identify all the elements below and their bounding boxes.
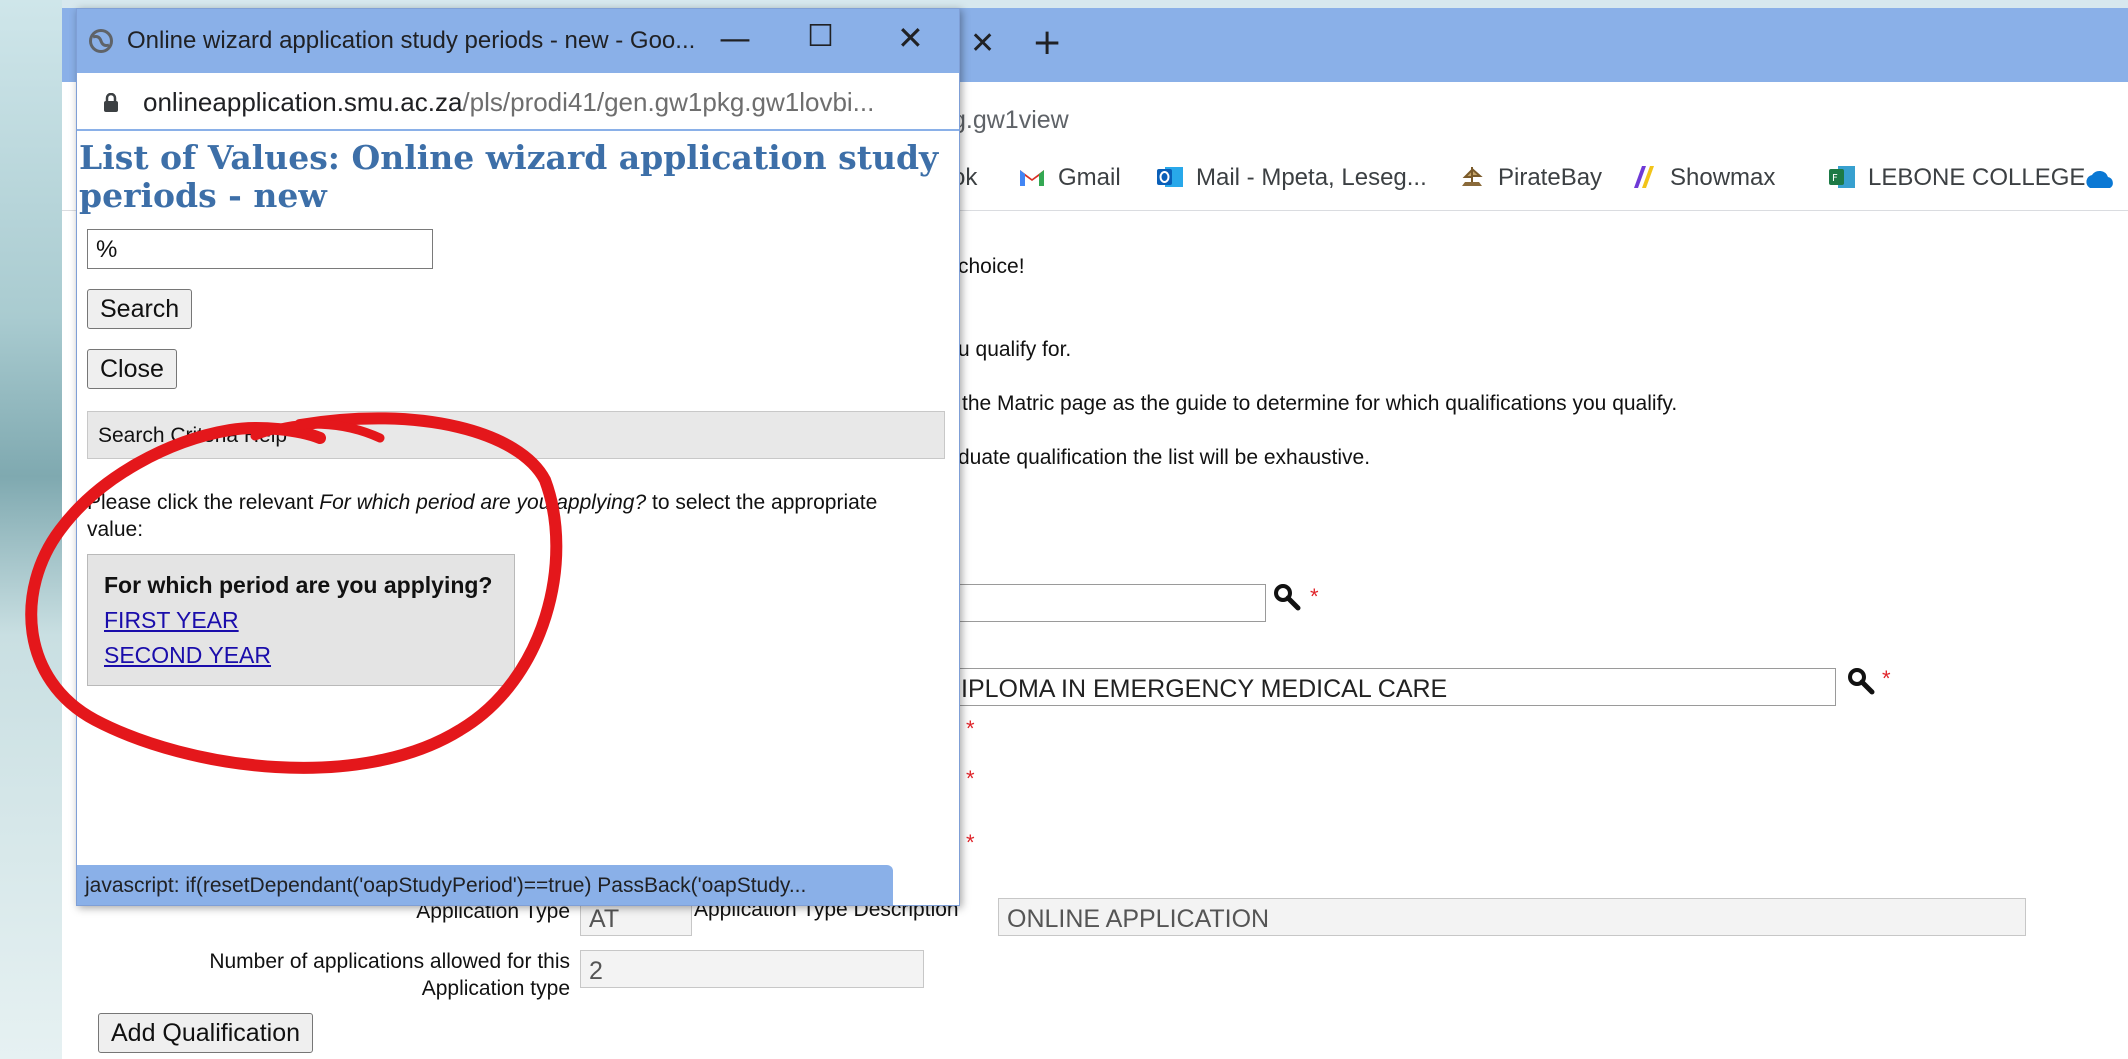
outlook-mail-icon xyxy=(1157,167,1183,187)
maximize-icon[interactable]: ☐ xyxy=(807,19,834,54)
tab-close-icon[interactable]: ✕ xyxy=(970,26,995,61)
application-type-value: AT xyxy=(589,905,620,933)
search-criteria-help-label: Search Criteria Help xyxy=(98,424,288,447)
bookmark-piratebay[interactable]: PirateBay xyxy=(1458,164,1602,192)
globe-icon xyxy=(89,29,113,53)
instruction-italic: For which period are you applying? xyxy=(319,491,647,514)
intro-text-line: duate qualification the list will be exh… xyxy=(958,446,1371,469)
bookmark-lebone-college[interactable]: F LEBONE COLLEGE... xyxy=(1828,164,2105,192)
required-marker: * xyxy=(1882,666,1891,691)
bookmark-label: LEBONE COLLEGE... xyxy=(1868,164,2106,191)
close-icon[interactable]: ✕ xyxy=(897,19,924,57)
search-input-value: % xyxy=(96,236,118,263)
lov-popup-window: Online wizard application study periods … xyxy=(76,8,960,906)
instruction-text: Please click the relevant For which peri… xyxy=(87,489,907,543)
new-tab-icon[interactable]: + xyxy=(1032,22,1062,63)
lebone-college-icon: F xyxy=(1829,166,1855,188)
popup-url: onlineapplication.smu.ac.za/pls/prodi41/… xyxy=(143,87,874,118)
application-type-description-field[interactable]: ONLINE APPLICATION xyxy=(998,898,2026,936)
popup-url-path: /pls/prodi41/gen.gw1pkg.gw1lovbi... xyxy=(462,87,875,117)
status-bar: javascript: if(resetDependant('oapStudyP… xyxy=(77,865,893,905)
option-first-year-link[interactable]: FIRST YEAR xyxy=(104,607,239,634)
onedrive-icon[interactable] xyxy=(2082,168,2116,190)
qualification-value: IPLOMA IN EMERGENCY MEDICAL CARE xyxy=(961,675,1448,703)
required-marker: * xyxy=(966,766,975,791)
popup-window-title: Online wizard application study periods … xyxy=(127,27,696,54)
svg-text:F: F xyxy=(1832,173,1838,184)
search-icon[interactable] xyxy=(1272,582,1302,612)
lov-column-header: For which period are you applying? xyxy=(104,572,493,598)
popup-address-bar[interactable]: onlineapplication.smu.ac.za/pls/prodi41/… xyxy=(77,73,959,131)
bookmark-outlook-mail[interactable]: Mail - Mpeta, Leseg... xyxy=(1156,164,1427,192)
bookmark-label: Gmail xyxy=(1058,164,1121,191)
number-allowed-label: Number of applications allowed for this … xyxy=(209,950,570,1000)
desktop-background-top xyxy=(62,0,2128,8)
lock-icon xyxy=(104,93,118,112)
popup-title-bar[interactable]: Online wizard application study periods … xyxy=(77,9,959,73)
intro-text-line: the Matric page as the guide to determin… xyxy=(962,392,1678,415)
intro-text-line: u qualify for. xyxy=(958,338,1072,361)
piratebay-icon xyxy=(1462,167,1483,186)
bookmark-showmax[interactable]: Showmax xyxy=(1630,164,1775,192)
gmail-icon xyxy=(1020,170,1044,186)
required-marker: * xyxy=(966,830,975,855)
popup-url-host: onlineapplication.smu.ac.za xyxy=(143,87,463,117)
address-bar-url[interactable]: g.gw1view xyxy=(952,106,1069,135)
bookmark-gmail[interactable]: Gmail xyxy=(1018,164,1121,192)
required-marker: * xyxy=(1310,584,1319,609)
application-type-description-value: ONLINE APPLICATION xyxy=(1007,905,1270,933)
intro-text-line: choice! xyxy=(958,255,1025,278)
status-bar-text: javascript: if(resetDependant('oapStudyP… xyxy=(85,874,807,897)
bookmark-label: Showmax xyxy=(1670,164,1776,191)
desktop-background xyxy=(0,0,62,1059)
instruction-pre: Please click the relevant xyxy=(87,491,320,514)
number-allowed-field[interactable]: 2 xyxy=(580,950,924,988)
page-title: List of Values: Online wizard applicatio… xyxy=(79,138,939,215)
number-allowed-value: 2 xyxy=(589,957,603,985)
showmax-icon xyxy=(1634,166,1654,188)
search-input[interactable]: % xyxy=(87,229,433,269)
bookmark-label: Mail - Mpeta, Leseg... xyxy=(1196,164,1427,191)
add-qualification-button[interactable]: Add Qualification xyxy=(98,1013,314,1053)
search-criteria-help-bar[interactable]: Search Criteria Help xyxy=(87,411,945,459)
lov-results-table: For which period are you applying? FIRST… xyxy=(87,554,515,686)
search-button[interactable]: Search xyxy=(87,289,193,329)
bookmark-label: PirateBay xyxy=(1498,164,1603,191)
search-icon[interactable] xyxy=(1846,666,1876,696)
qualification-field[interactable]: IPLOMA IN EMERGENCY MEDICAL CARE xyxy=(900,668,1836,706)
close-button[interactable]: Close xyxy=(87,349,177,389)
required-marker: * xyxy=(966,716,975,741)
option-second-year-link[interactable]: SECOND YEAR xyxy=(104,642,271,669)
minimize-icon[interactable]: — xyxy=(719,19,751,57)
